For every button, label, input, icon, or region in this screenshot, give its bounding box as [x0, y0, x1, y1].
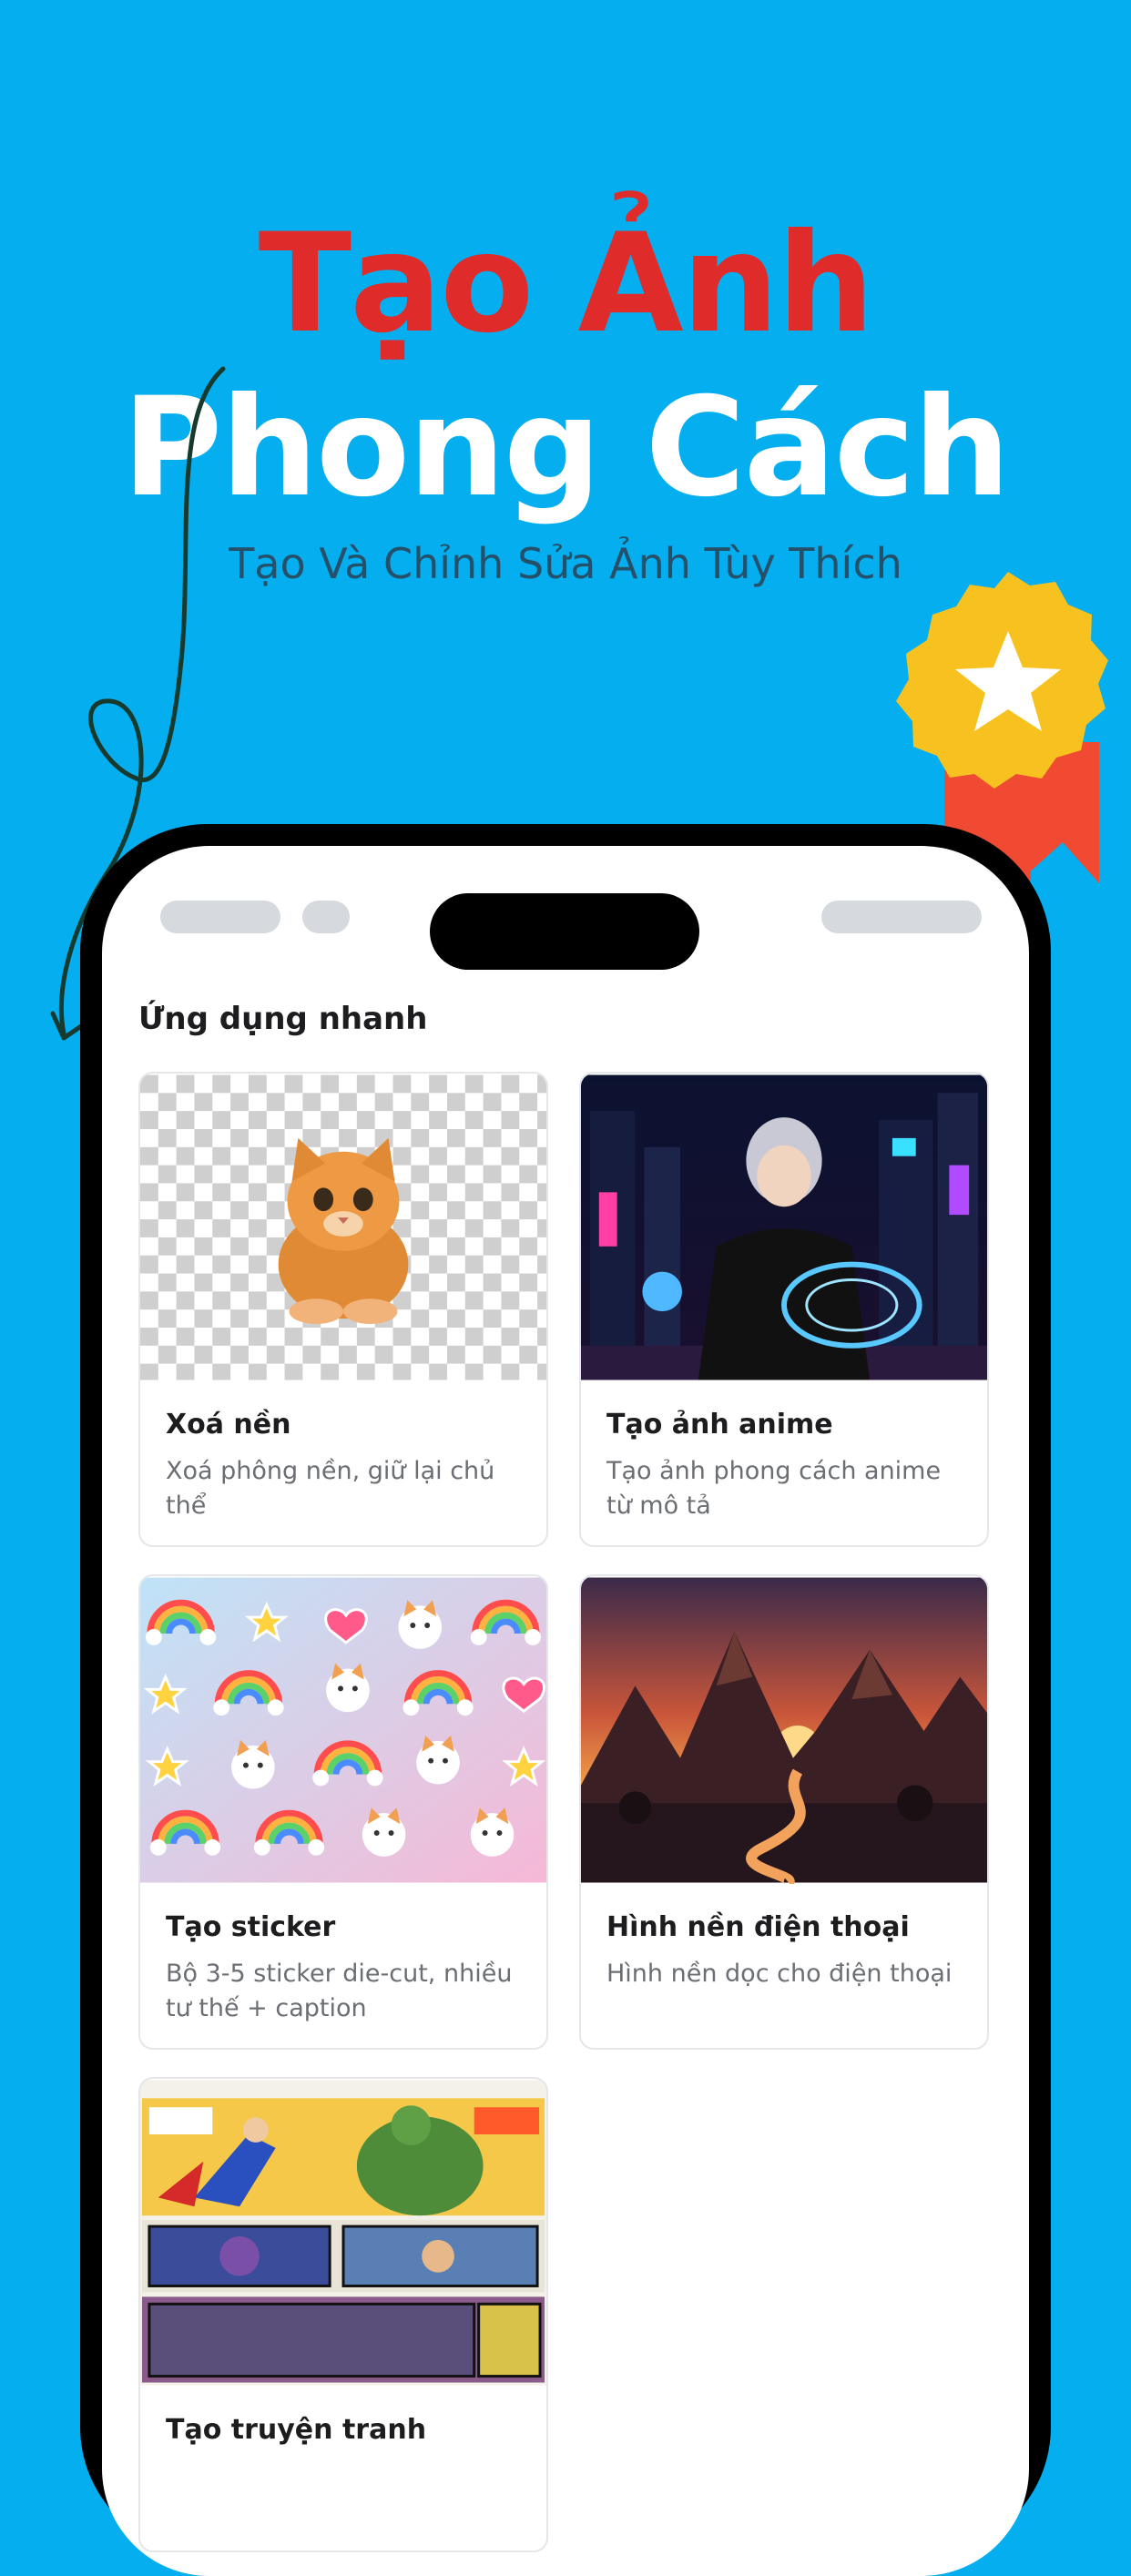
card-title: Hình nền điện thoại [606, 1911, 910, 1943]
card-sticker[interactable]: Tạo sticker Bộ 3-5 sticker die-cut, nhiề… [138, 1574, 548, 2050]
card-phone-wallpaper[interactable]: Hình nền điện thoại Hình nền dọc cho điệ… [579, 1574, 989, 2050]
hero-title-line1: Tạo Ảnh [258, 205, 874, 363]
cat-icon [278, 1137, 409, 1325]
phone-frame: Ứng dụng nhanh Xoá nền Xoá phông nền, gi… [80, 824, 1051, 2576]
card-title: Tạo truyện tranh [166, 2414, 427, 2446]
card-title: Xoá nền [166, 1409, 291, 1441]
section-title: Ứng dụng nhanh [138, 1001, 428, 1037]
card-description: Tạo ảnh phong cách anime từ mô tả [606, 1457, 942, 1520]
mountain-sunset-image [581, 1577, 987, 1884]
status-bar-pill [302, 901, 350, 933]
card-description: Xoá phông nền, giữ lại chủ thể [166, 1457, 495, 1520]
dynamic-island [430, 893, 699, 970]
card-description: Bộ 3-5 sticker die-cut, nhiều tư thế + c… [166, 1960, 513, 2022]
card-title: Tạo sticker [166, 1911, 336, 1943]
cat-transparent-image [140, 1074, 546, 1380]
anime-neon-image [581, 1074, 987, 1380]
card-anime-image[interactable]: Tạo ảnh anime Tạo ảnh phong cách anime t… [579, 1072, 989, 1547]
comic-panels-image [140, 2080, 546, 2386]
status-bar-pill [160, 901, 280, 933]
status-bar-pill [821, 901, 982, 933]
card-remove-background[interactable]: Xoá nền Xoá phông nền, giữ lại chủ thể [138, 1072, 548, 1547]
sticker-sheet-image [140, 1577, 546, 1883]
card-description: Hình nền dọc cho điện thoại [606, 1960, 953, 1988]
card-comic[interactable]: Tạo truyện tranh [138, 2077, 548, 2552]
phone-screen: Ứng dụng nhanh Xoá nền Xoá phông nền, gi… [102, 846, 1029, 2576]
card-title: Tạo ảnh anime [606, 1409, 833, 1441]
